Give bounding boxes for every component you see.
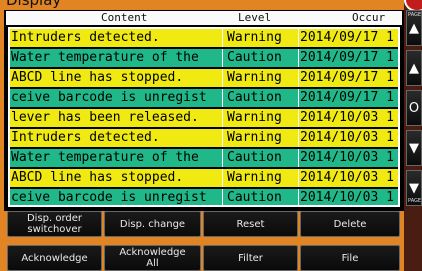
alarm-row[interactable]: Water temperature of the Caution 2014/09/1… [10, 49, 398, 67]
column-divider [222, 149, 223, 167]
column-divider [298, 89, 299, 107]
alarm-occur-time: 2014/10/03 1 [300, 190, 394, 205]
column-divider [298, 49, 299, 67]
alarm-content: ABCD line has stopped. [11, 70, 184, 85]
column-divider [222, 109, 223, 127]
alarm-row[interactable]: ABCD line has stopped. Warning 2014/10/03 … [10, 169, 398, 187]
alarm-occur-time: 2014/09/17 1 [300, 50, 394, 65]
column-header-level[interactable]: Level [238, 11, 271, 25]
filter-button[interactable]: Filter [203, 245, 298, 271]
page-down-label: PAGE [408, 198, 422, 204]
alarm-panel: Content Level Occur Intruders detected. W… [4, 10, 404, 211]
up-arrow-icon: ▲ [409, 60, 419, 76]
column-divider [298, 29, 299, 47]
reset-button[interactable]: Reset [203, 211, 298, 237]
scroll-down-button[interactable]: ▼ [406, 130, 422, 166]
alarm-level: Caution [227, 50, 282, 65]
alarm-list[interactable]: Intruders detected. Warning 2014/09/17 1 Wa… [8, 27, 400, 207]
column-divider [222, 29, 223, 47]
column-divider [222, 169, 223, 187]
alarm-level: Caution [227, 190, 282, 205]
column-header-content[interactable]: Content [101, 11, 147, 25]
window-title-bar: Display [0, 0, 400, 10]
column-divider [298, 129, 299, 147]
alarm-occur-time: 2014/09/17 1 [300, 70, 394, 85]
alarm-level: Caution [227, 90, 282, 105]
alarm-content: ceive barcode is unregist [11, 190, 207, 205]
alarm-occur-time: 2014/09/17 1 [300, 90, 394, 105]
column-divider [222, 189, 223, 205]
table-header: Content Level Occur [6, 11, 402, 25]
o-button[interactable]: O [406, 90, 422, 126]
column-divider [298, 149, 299, 167]
window-title: Display [6, 0, 62, 9]
file-button[interactable]: File [300, 245, 400, 271]
column-divider [298, 109, 299, 127]
scroll-up-button[interactable]: ▲ [406, 50, 422, 86]
alarm-content: Intruders detected. [11, 130, 160, 145]
alarm-level: Warning [227, 170, 282, 185]
column-divider [298, 189, 299, 205]
disp-change-button[interactable]: Disp. change [104, 211, 201, 237]
page-down-arrow-icon: ▼ [409, 180, 419, 196]
page-down-button[interactable]: ▼ PAGE [406, 170, 422, 206]
alarm-content: Water temperature of the [11, 50, 199, 65]
alarm-row[interactable]: ceive barcode is unregist Caution 2014/09/… [10, 89, 398, 107]
alarm-row[interactable]: lever has been released. Warning 2014/10/0… [10, 109, 398, 127]
alarm-occur-time: 2014/10/03 1 [300, 110, 394, 125]
o-label: O [408, 100, 420, 116]
acknowledge-all-button[interactable]: Acknowledge All [104, 245, 201, 271]
page-up-button[interactable]: PAGE ▲ [406, 10, 422, 46]
column-divider [222, 69, 223, 87]
column-divider [222, 49, 223, 67]
page-up-label: PAGE [408, 12, 422, 18]
alarm-level: Warning [227, 30, 282, 45]
alarm-level: Warning [227, 130, 282, 145]
alarm-content: lever has been released. [11, 110, 199, 125]
alarm-level: Warning [227, 110, 282, 125]
column-header-occur[interactable]: Occur [352, 11, 385, 25]
alarm-content: ceive barcode is unregist [11, 90, 207, 105]
column-divider [222, 89, 223, 107]
alarm-content: ABCD line has stopped. [11, 170, 184, 185]
column-divider [298, 169, 299, 187]
alarm-row[interactable]: ABCD line has stopped. Warning 2014/09/17 … [10, 69, 398, 87]
alarm-level: Caution [227, 150, 282, 165]
alarm-occur-time: 2014/10/03 1 [300, 130, 394, 145]
alarm-content: Intruders detected. [11, 30, 160, 45]
column-divider [298, 69, 299, 87]
page-up-arrow-icon: ▲ [409, 20, 419, 36]
down-arrow-icon: ▼ [409, 140, 419, 156]
column-divider [222, 129, 223, 147]
disp-order-switchover-button[interactable]: Disp. order switchover [7, 211, 102, 237]
alarm-row[interactable]: Intruders detected. Warning 2014/09/17 1 [10, 29, 398, 47]
alarm-occur-time: 2014/10/03 1 [300, 170, 394, 185]
alarm-level: Warning [227, 70, 282, 85]
alarm-row[interactable]: ceive barcode is unregist Caution 2014/10/… [10, 189, 398, 205]
alarm-content: Water temperature of the [11, 150, 199, 165]
alarm-row[interactable]: Water temperature of the Caution 2014/10/0… [10, 149, 398, 167]
alarm-occur-time: 2014/10/03 1 [300, 150, 394, 165]
alarm-row[interactable]: Intruders detected. Warning 2014/10/03 1 [10, 129, 398, 147]
delete-button[interactable]: Delete [300, 211, 400, 237]
acknowledge-button[interactable]: Acknowledge [7, 245, 102, 271]
alarm-occur-time: 2014/09/17 1 [300, 30, 394, 45]
